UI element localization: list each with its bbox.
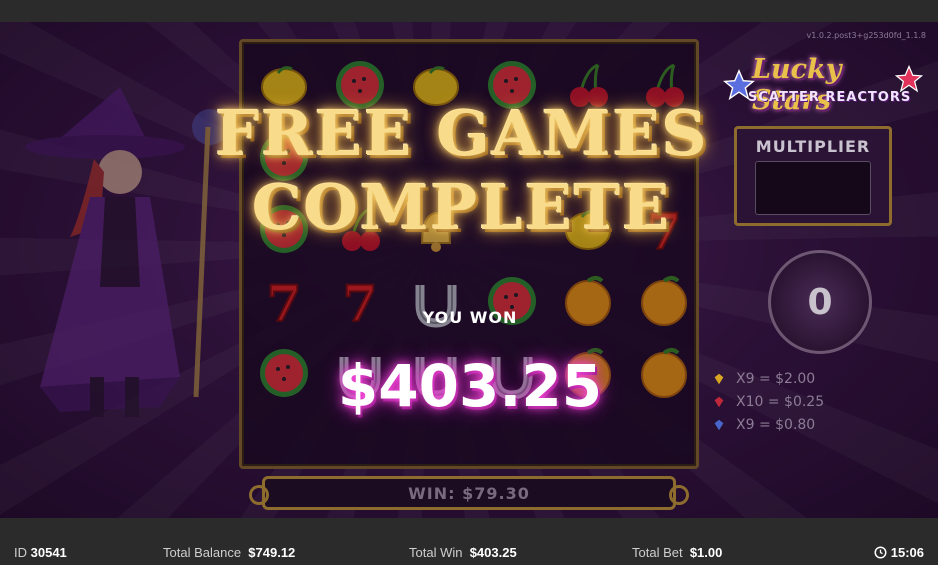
logo-title: Lucky Stars bbox=[752, 54, 842, 116]
session-id-value: 30541 bbox=[30, 545, 67, 560]
blue-gem-icon bbox=[714, 419, 724, 431]
logo-subtitle: SCATTER REACTORS bbox=[748, 90, 912, 105]
won-amount: $403.25 bbox=[337, 352, 603, 420]
total-bet-value: $1.00 bbox=[689, 545, 723, 560]
scatter-counter-value: 0 bbox=[807, 281, 833, 323]
red-gem-icon bbox=[714, 396, 724, 408]
clock-icon bbox=[874, 546, 887, 559]
total-win: Total Win $403.25 bbox=[409, 545, 517, 560]
multiplier-panel: MULTIPLIER bbox=[734, 126, 892, 226]
win-bar: WIN: $79.30 bbox=[249, 476, 689, 510]
total-bet: Total Bet $1.00 bbox=[632, 545, 722, 560]
scatter-counter: 0 bbox=[768, 250, 872, 354]
multiplier-display bbox=[755, 161, 871, 215]
win-bar-text: WIN: $79.30 bbox=[408, 483, 530, 503]
game-stage: v1.0.2.post3+g253d0fd_1.1.8 777 Lucky St… bbox=[0, 22, 938, 518]
scroll-ornament bbox=[669, 485, 689, 505]
scroll-ornament bbox=[249, 485, 269, 505]
paytable-text: X10 = $0.25 bbox=[736, 394, 825, 410]
top-bar bbox=[0, 0, 938, 22]
paytable-row: X10 = $0.25 bbox=[712, 392, 824, 412]
title-line-1: FREE GAMES bbox=[215, 97, 709, 170]
bottom-bar: ID 30541 Total Balance $749.12 Total Win… bbox=[0, 518, 938, 565]
free-games-complete-title: FREE GAMES COMPLETE bbox=[212, 97, 712, 245]
total-balance-label: Total Balance bbox=[163, 545, 242, 560]
paytable-text: X9 = $2.00 bbox=[736, 371, 816, 387]
yellow-gem-icon bbox=[714, 373, 724, 385]
multiplier-label: MULTIPLIER bbox=[755, 137, 871, 156]
paytable-row: X9 = $0.80 bbox=[712, 415, 815, 435]
paytable-text: X9 = $0.80 bbox=[736, 417, 816, 433]
session-id: ID 30541 bbox=[14, 545, 67, 560]
total-balance-value: $749.12 bbox=[248, 545, 296, 560]
session-id-label: ID bbox=[14, 545, 27, 560]
total-win-label: Total Win bbox=[409, 545, 463, 560]
paytable-row: X9 = $2.00 bbox=[712, 369, 815, 389]
game-logo: Lucky Stars SCATTER REACTORS bbox=[722, 54, 928, 134]
clock-time: 15:06 bbox=[890, 545, 924, 560]
total-win-value: $403.25 bbox=[469, 545, 517, 560]
total-bet-label: Total Bet bbox=[632, 545, 683, 560]
title-line-2: COMPLETE bbox=[252, 171, 672, 244]
clock: 15:06 bbox=[874, 545, 924, 560]
total-balance: Total Balance $749.12 bbox=[163, 545, 295, 560]
you-won-label: YOU WON bbox=[422, 308, 518, 327]
